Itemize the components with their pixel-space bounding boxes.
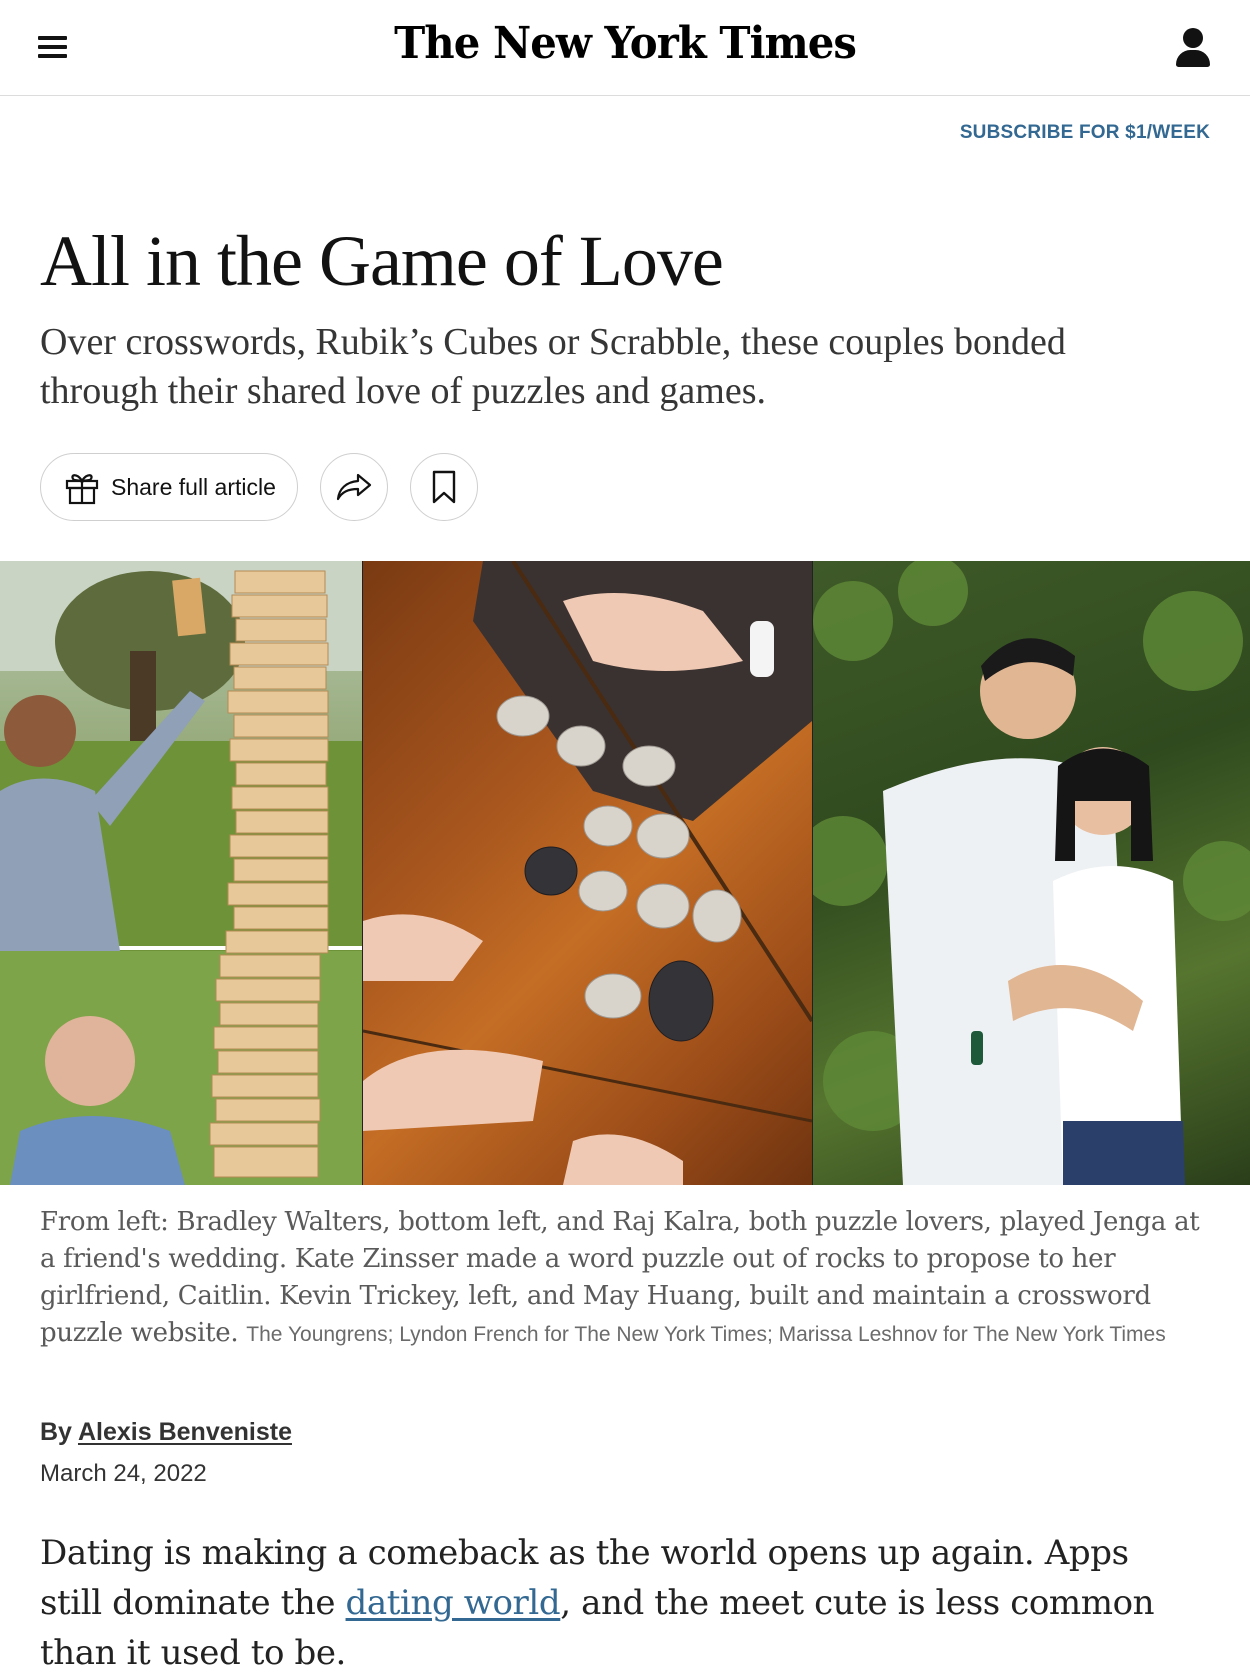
bookmark-icon	[432, 470, 456, 504]
image-caption: From left: Bradley Walters, bottom left,…	[40, 1204, 1210, 1353]
save-button[interactable]	[410, 453, 478, 521]
share-full-article-button[interactable]: Share full article	[40, 453, 298, 521]
subscribe-link[interactable]: SUBSCRIBE FOR $1/WEEK	[960, 122, 1210, 144]
dating-world-link[interactable]: dating world	[346, 1583, 561, 1623]
author-link[interactable]: Alexis Benveniste	[78, 1418, 292, 1446]
share-button[interactable]	[320, 453, 388, 521]
gift-icon	[65, 474, 99, 505]
publish-date: March 24, 2022	[40, 1460, 207, 1487]
share-arrow-icon	[336, 473, 372, 501]
site-logo[interactable]: The New York Times	[0, 18, 1250, 69]
article-summary: Over crosswords, Rubik’s Cubes or Scrabb…	[40, 321, 1066, 412]
user-account-icon[interactable]	[1176, 26, 1210, 68]
byline: By Alexis Benveniste	[40, 1418, 292, 1447]
lead-image-collage	[0, 561, 1250, 1185]
article-body-paragraph: Dating is making a comeback as the world…	[40, 1528, 1190, 1678]
photo-rock-puzzle	[363, 561, 812, 1185]
photo-jenga	[0, 561, 362, 1185]
share-toolbar: Share full article	[40, 453, 478, 521]
top-bar: The New York Times	[0, 0, 1250, 96]
image-credit: The Youngrens; Lyndon French for The New…	[246, 1323, 1166, 1346]
byline-prefix: By	[40, 1418, 78, 1446]
article-headline: All in the Game of Love	[40, 221, 724, 301]
photo-couple	[813, 561, 1250, 1185]
share-full-article-label: Share full article	[111, 473, 276, 500]
